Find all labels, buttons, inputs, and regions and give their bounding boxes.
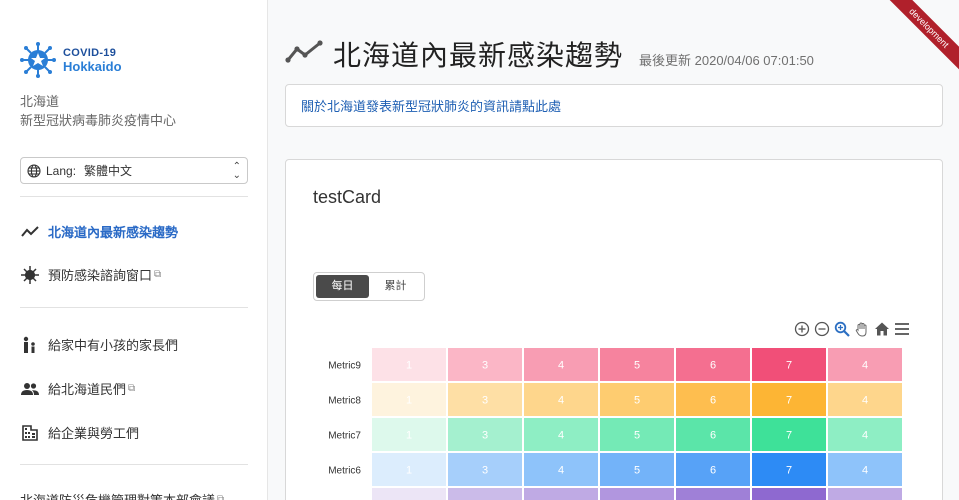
trend-icon <box>285 40 323 63</box>
family-icon <box>20 336 40 354</box>
nav-item-business[interactable]: 給企業與勞工們 <box>20 423 139 442</box>
toggle-cumulative[interactable]: 累計 <box>369 275 422 298</box>
org-name: 北海道 新型冠狀病毒肺炎疫情中心 <box>20 92 176 130</box>
nav-item-trend[interactable]: 北海道內最新感染趨勢 <box>20 222 178 241</box>
logo-subtitle: Hokkaido <box>63 59 122 74</box>
nav-item-label: 預防感染諮詢窗口 <box>48 268 153 283</box>
people-icon <box>20 380 40 398</box>
cell-value: 7 <box>786 430 792 442</box>
heatmap-cell[interactable] <box>752 488 826 500</box>
divider <box>20 196 248 197</box>
row-label: Metric7 <box>328 431 361 442</box>
cell-value: 1 <box>406 395 412 407</box>
chart-toolbox <box>792 320 912 338</box>
cell-value: 1 <box>406 465 412 477</box>
heatmap-chart: Metric9 1 3 4 5 6 7 4 Metric8 1 3 4 5 6 7 4 Metric7 1 3 4 5 6… <box>328 348 902 500</box>
row-label: Metric6 <box>328 466 361 477</box>
nav-item-label: 北海道內最新感染趨勢 <box>48 225 179 240</box>
heatmap-cell[interactable] <box>676 488 750 500</box>
cell-value: 5 <box>634 395 640 407</box>
card-title: testCard <box>313 187 382 207</box>
chart-card: testCard 每日 累計 Metric9 1 3 4 5 6 7 4 Metric8 1 3 4 5… <box>285 159 943 500</box>
cell-value: 3 <box>482 465 488 477</box>
language-value: 繁體中文 <box>84 164 133 178</box>
cell-value: 7 <box>786 395 792 407</box>
nav-item-label: 給北海道民們 <box>48 382 127 397</box>
zoom-in-icon[interactable] <box>792 320 812 338</box>
cell-value: 6 <box>710 395 716 407</box>
pan-hand-icon[interactable] <box>852 320 872 338</box>
trend-icon <box>20 223 40 241</box>
cell-value: 4 <box>862 430 868 442</box>
row-label: Metric9 <box>328 361 361 372</box>
page-title: 北海道內最新感染趨勢 <box>333 40 624 71</box>
cell-value: 6 <box>710 430 716 442</box>
cell-value: 5 <box>634 430 640 442</box>
virus-logo-icon <box>20 42 56 78</box>
cell-value: 7 <box>786 465 792 477</box>
cell-value: 6 <box>710 360 716 372</box>
sidebar: COVID-19 Hokkaido 北海道 新型冠狀病毒肺炎疫情中心 Lang:… <box>0 0 268 500</box>
heatmap-cell[interactable] <box>372 488 446 500</box>
row-label: Metric8 <box>328 396 361 407</box>
zoom-out-icon[interactable] <box>812 320 832 338</box>
heatmap-cell[interactable] <box>524 488 598 500</box>
nav-item-label: 給家中有小孩的家長們 <box>48 338 179 353</box>
home-icon[interactable] <box>872 320 892 338</box>
cell-value: 4 <box>862 360 868 372</box>
heatmap-cell[interactable] <box>828 488 902 500</box>
cell-value: 3 <box>482 395 488 407</box>
virus-icon <box>20 265 40 284</box>
menu-icon[interactable] <box>892 320 912 338</box>
globe-icon <box>27 163 41 178</box>
cell-value: 6 <box>710 465 716 477</box>
building-icon <box>20 424 40 442</box>
select-caret-icon: ⌃ ⌄ <box>232 160 241 181</box>
last-updated: 最後更新 2020/04/06 07:01:50 <box>639 53 814 68</box>
cell-value: 4 <box>558 465 564 477</box>
external-link-icon: ⧉ <box>217 494 225 500</box>
nav-item-label: 給企業與勞工們 <box>48 426 140 441</box>
cell-value: 4 <box>862 395 868 407</box>
cell-value: 1 <box>406 430 412 442</box>
heatmap-cell[interactable] <box>448 488 522 500</box>
logo[interactable]: COVID-19 Hokkaido <box>20 42 122 78</box>
page-header: 北海道內最新感染趨勢 最後更新 2020/04/06 07:01:50 <box>285 34 814 74</box>
toggle-daily[interactable]: 每日 <box>316 275 369 298</box>
environment-ribbon: development <box>880 0 959 77</box>
org-line-2: 新型冠狀病毒肺炎疫情中心 <box>20 113 177 128</box>
info-link[interactable]: 關於北海道發表新型冠狀肺炎的資訊請點此處 <box>285 84 943 127</box>
external-link-icon: ⧉ <box>128 383 136 394</box>
nav-item-citizens[interactable]: 給北海道民們 ⧉ <box>20 379 135 398</box>
external-link-icon: ⧉ <box>154 269 162 280</box>
divider <box>20 464 248 465</box>
language-label: Lang: <box>46 163 77 178</box>
logo-title: COVID-19 <box>63 47 117 59</box>
cell-value: 5 <box>634 465 640 477</box>
divider <box>20 307 248 308</box>
cell-value: 5 <box>634 360 640 372</box>
org-line-1: 北海道 <box>20 94 60 109</box>
cell-value: 4 <box>558 430 564 442</box>
cell-value: 3 <box>482 430 488 442</box>
cell-value: 4 <box>862 465 868 477</box>
language-select[interactable]: Lang: 繁體中文 ⌃ ⌄ <box>20 157 248 184</box>
cell-value: 3 <box>482 360 488 372</box>
nav-item-label: 北海道防災危機管理對策本部會議 <box>20 490 215 500</box>
nav-item-parents[interactable]: 給家中有小孩的家長們 <box>20 335 178 354</box>
cell-value: 7 <box>786 360 792 372</box>
zoom-search-icon[interactable] <box>832 320 852 338</box>
cell-value: 1 <box>406 360 412 372</box>
nav-item-disaster[interactable]: 北海道防災危機管理對策本部會議 ⧉ <box>20 490 224 500</box>
cell-value: 4 <box>558 360 564 372</box>
heatmap-cell[interactable] <box>600 488 674 500</box>
cell-value: 4 <box>558 395 564 407</box>
nav-item-consult[interactable]: 預防感染諮詢窗口 ⧉ <box>20 265 161 284</box>
data-mode-toggle: 每日 累計 <box>313 272 425 301</box>
